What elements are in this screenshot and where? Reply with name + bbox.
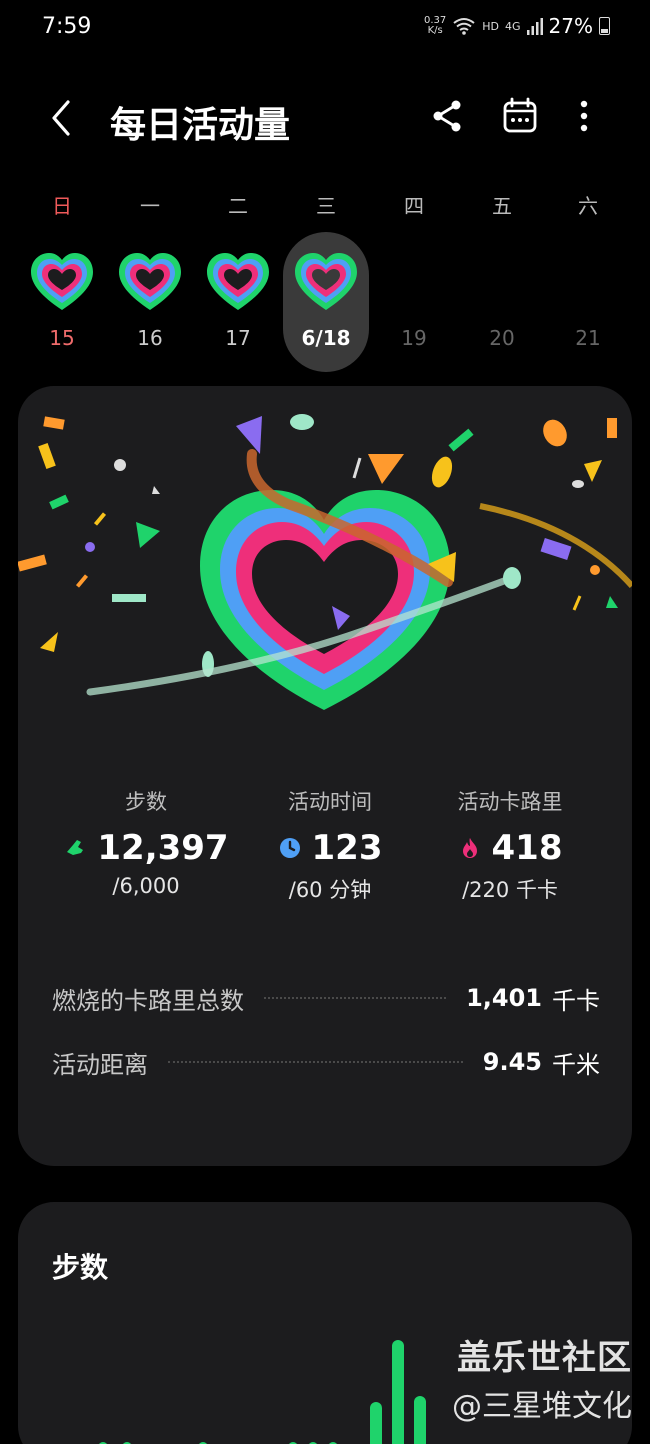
- active-time-goal: /60 分钟: [288, 878, 372, 902]
- leader-dots: [168, 1061, 463, 1063]
- battery-icon: [599, 17, 610, 35]
- distance-value: 9.45: [482, 1048, 542, 1076]
- watermark-line2: @三星堆文化: [452, 1389, 632, 1424]
- activity-ring-icon: [207, 253, 269, 310]
- celebration-heart-illustration: [18, 414, 632, 710]
- date-label: 20: [489, 326, 515, 350]
- date-label: 17: [225, 326, 251, 350]
- step-bar: [392, 1340, 404, 1444]
- weekday-label: 日: [52, 194, 72, 218]
- hd-indicator: HD: [482, 19, 500, 33]
- app-header: 每日活动量: [0, 80, 650, 160]
- day-tue[interactable]: 二 17: [203, 190, 273, 350]
- total-calories-label: 燃烧的卡路里总数: [52, 986, 244, 1015]
- stat-steps[interactable]: 步数 12,397 /6,000: [46, 786, 246, 898]
- weekday-label: 三: [316, 194, 336, 218]
- weekday-label: 四: [404, 194, 424, 218]
- active-calories-label: 活动卡路里: [457, 790, 563, 814]
- weekday-label: 一: [140, 194, 160, 218]
- daily-activity-card[interactable]: 步数 12,397 /6,000 活动时间 123 /60 分钟 活动卡路里 4…: [18, 386, 632, 1166]
- status-icons: 0.37 K/s HD 4G 27%: [424, 14, 610, 38]
- share-icon[interactable]: [428, 96, 468, 136]
- activity-ring-icon: [31, 253, 93, 310]
- day-sat: 六 21: [553, 190, 623, 350]
- day-wed-selected[interactable]: 三 6/18: [283, 190, 369, 372]
- step-bar: [370, 1402, 382, 1444]
- date-label: 21: [575, 326, 601, 350]
- total-calories-value: 1,401: [466, 984, 542, 1012]
- day-mon[interactable]: 一 16: [115, 190, 185, 350]
- weekday-label: 六: [578, 194, 598, 218]
- signal-icon: [526, 18, 543, 35]
- network-type: 4G: [505, 19, 521, 33]
- network-speed: 0.37 K/s: [424, 15, 447, 36]
- wifi-icon: [453, 18, 475, 35]
- active-calories-value: 418: [491, 828, 563, 868]
- week-selector: 日 15 一 16 二 17 三 6/18 四 19 五 20 六 21: [0, 190, 650, 372]
- date-label: 19: [401, 326, 427, 350]
- date-label: 6/18: [301, 326, 351, 350]
- calendar-icon[interactable]: [500, 96, 540, 136]
- date-label: 16: [137, 326, 163, 350]
- steps-label: 步数: [125, 790, 167, 814]
- total-calories-row: 燃烧的卡路里总数 1,401 千卡: [52, 978, 600, 1018]
- page-title: 每日活动量: [110, 105, 291, 146]
- battery-percent: 27%: [548, 14, 593, 38]
- watermark-line1: 盖乐世社区: [457, 1338, 632, 1378]
- weekday-label: 五: [492, 194, 512, 218]
- status-time: 7:59: [42, 14, 92, 39]
- distance-label: 活动距离: [52, 1050, 148, 1079]
- community-watermark: 盖乐世社区 @三星堆文化: [452, 1330, 632, 1425]
- steps-goal: /6,000: [112, 874, 180, 898]
- active-time-label: 活动时间: [288, 790, 372, 814]
- day-fri: 五 20: [467, 190, 537, 350]
- stat-active-calories[interactable]: 活动卡路里 418 /220 千卡: [410, 786, 610, 904]
- distance-row: 活动距离 9.45 千米: [52, 1042, 600, 1082]
- stat-active-time[interactable]: 活动时间 123 /60 分钟: [230, 786, 430, 904]
- flame-icon: [462, 838, 477, 858]
- date-label: 15: [49, 326, 75, 350]
- daily-activity-screen: 7:59 0.37 K/s HD 4G 27% 每日活动量 日 15 一 16 …: [0, 0, 650, 1444]
- step-bar: [414, 1396, 426, 1444]
- weekday-label: 二: [228, 194, 248, 218]
- active-calories-goal: /220 千卡: [462, 878, 558, 902]
- day-sun[interactable]: 日 15: [27, 190, 97, 350]
- status-bar: 7:59 0.37 K/s HD 4G 27%: [0, 0, 650, 56]
- total-calories-unit: 千卡: [552, 986, 600, 1015]
- back-arrow-icon[interactable]: [40, 96, 84, 140]
- steps-card-title: 步数: [52, 1251, 109, 1284]
- distance-unit: 千米: [552, 1050, 600, 1079]
- steps-value: 12,397: [97, 828, 229, 868]
- more-options-icon[interactable]: [566, 96, 602, 136]
- leader-dots: [264, 997, 447, 999]
- activity-ring-icon: [295, 253, 357, 310]
- active-time-value: 123: [311, 828, 383, 868]
- activity-ring-icon: [119, 253, 181, 310]
- day-thu: 四 19: [379, 190, 449, 350]
- clock-icon: [279, 838, 300, 858]
- activity-stats: 步数 12,397 /6,000 活动时间 123 /60 分钟 活动卡路里 4…: [18, 786, 632, 926]
- shoe-icon: [67, 840, 84, 855]
